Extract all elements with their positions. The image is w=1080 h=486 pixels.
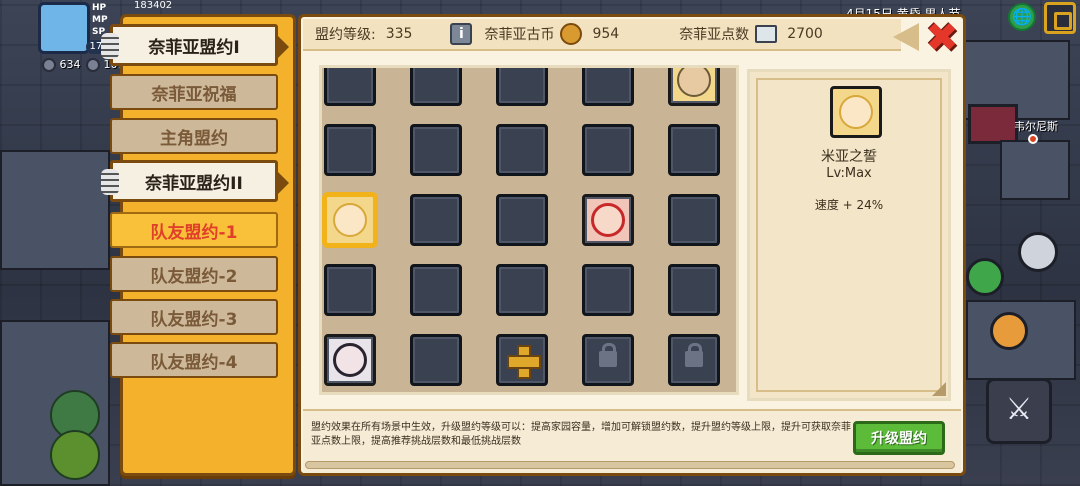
pact-description: 盟约效果在所有场景中生效，升级盟约等级可以：提高家园容量，增加可解锁盟约数，提升…: [311, 422, 851, 447]
pact-slot[interactable]: [668, 264, 720, 316]
pact-slot-grid: [319, 65, 739, 395]
pact-slot-add[interactable]: [496, 334, 548, 386]
sword-attack-icon[interactable]: ⚔: [986, 378, 1052, 444]
pact-slot[interactable]: [668, 124, 720, 176]
pact-slot[interactable]: [410, 124, 462, 176]
tab-teammate-pact-4[interactable]: 队友盟约-4: [110, 342, 278, 378]
pact-slot[interactable]: [668, 194, 720, 246]
nephia-coin-label: 奈菲亚古币: [484, 27, 555, 43]
nephia-points-label: 奈菲亚点数: [679, 27, 750, 43]
hp-label: HP: [92, 3, 107, 13]
pact-effect: 速度 + 24%: [814, 198, 884, 212]
nephia-coin-value: 954: [592, 26, 620, 42]
blonde-hero-portrait-icon: [333, 203, 367, 237]
pact-main-panel: 盟约等级: 335 i 奈菲亚古币 954 奈菲亚点数 2700 ✖ 米亚之誓 …: [298, 14, 966, 476]
pact-slot[interactable]: [496, 68, 548, 106]
pact-level: Lv:Max: [826, 166, 872, 181]
bearded-hero-portrait-icon: [677, 68, 711, 97]
pact-slot-locked[interactable]: [582, 334, 634, 386]
globe-icon[interactable]: 🌐: [1008, 3, 1036, 31]
exit-icon[interactable]: [1044, 2, 1076, 34]
pact-slot[interactable]: [496, 264, 548, 316]
armor-icon: [86, 58, 100, 72]
plus-icon: [507, 345, 541, 379]
shuriken-skill-icon[interactable]: [990, 312, 1028, 350]
info-icon[interactable]: i: [450, 23, 473, 45]
tab-teammate-pact-1[interactable]: 队友盟约-1: [110, 212, 278, 248]
pact-slot[interactable]: [496, 124, 548, 176]
player-avatar[interactable]: [38, 2, 90, 54]
hud-stat-a-value: 634: [59, 58, 81, 71]
pact-slot[interactable]: [496, 194, 548, 246]
pact-slot-locked[interactable]: [668, 334, 720, 386]
pact-name: 米亚之誓: [821, 149, 877, 165]
tab-teammate-pact-3[interactable]: 队友盟约-3: [110, 299, 278, 335]
tab-hero-pact[interactable]: 主角盟约: [110, 118, 278, 154]
pact-slot[interactable]: [324, 68, 376, 106]
tab-teammate-pact-2[interactable]: 队友盟约-2: [110, 256, 278, 292]
pact-slot[interactable]: [410, 194, 462, 246]
lock-icon: [685, 343, 703, 367]
pact-slot-hero-dark[interactable]: [324, 334, 376, 386]
pact-slot[interactable]: [582, 124, 634, 176]
upgrade-pact-button[interactable]: 升级盟约: [853, 421, 945, 455]
pact-slot[interactable]: [410, 68, 462, 106]
pact-slot-hero-bearded[interactable]: [668, 68, 720, 106]
pact-level-value: 335: [385, 26, 413, 42]
pact-slot-hero-redhair[interactable]: [582, 194, 634, 246]
player-score: 183402: [134, 0, 173, 11]
npc-name-label: 韦尔尼斯: [1014, 120, 1058, 133]
tab-nephia-pact-1[interactable]: 奈菲亚盟约I: [101, 24, 289, 66]
pact-level-label: 盟约等级:: [315, 27, 376, 43]
pact-slot[interactable]: [324, 124, 376, 176]
pact-slot[interactable]: [582, 68, 634, 106]
shield-icon: [42, 58, 56, 72]
npc-marker: [1028, 134, 1038, 144]
pact-slot[interactable]: [582, 264, 634, 316]
points-card-icon: [755, 25, 778, 43]
close-button[interactable]: ✖: [922, 18, 962, 59]
pact-slot-hero-blonde[interactable]: [324, 194, 376, 246]
pact-slot[interactable]: [410, 264, 462, 316]
coin-icon: [560, 23, 583, 45]
blonde-hero-portrait-icon: [839, 95, 873, 129]
swirl-skill-icon[interactable]: [1018, 232, 1058, 272]
tab-nephia-blessing[interactable]: 奈菲亚祝福: [110, 74, 278, 110]
nephia-points-value: 2700: [787, 26, 823, 42]
pact-slot[interactable]: [410, 334, 462, 386]
lock-icon: [599, 343, 617, 367]
selected-hero-portrait: [830, 86, 882, 138]
dark-hair-hero-portrait-icon: [333, 343, 367, 377]
pact-footer: 盟约效果在所有场景中生效，升级盟约等级可以：提高家园容量，增加可解锁盟约数，提升…: [303, 409, 961, 473]
hud-stat-a: 634: [42, 58, 81, 72]
footer-scrollbar[interactable]: [305, 461, 955, 469]
pact-slot[interactable]: [324, 264, 376, 316]
pact-detail-panel: 米亚之誓 Lv:Max 速度 + 24%: [747, 69, 951, 401]
tab-nephia-pact-2[interactable]: 奈菲亚盟约II: [101, 160, 289, 202]
pact-header-bar: 盟约等级: 335 i 奈菲亚古币 954 奈菲亚点数 2700: [303, 19, 901, 51]
paw-skill-icon[interactable]: [966, 258, 1004, 296]
redhair-hero-portrait-icon: [591, 203, 625, 237]
